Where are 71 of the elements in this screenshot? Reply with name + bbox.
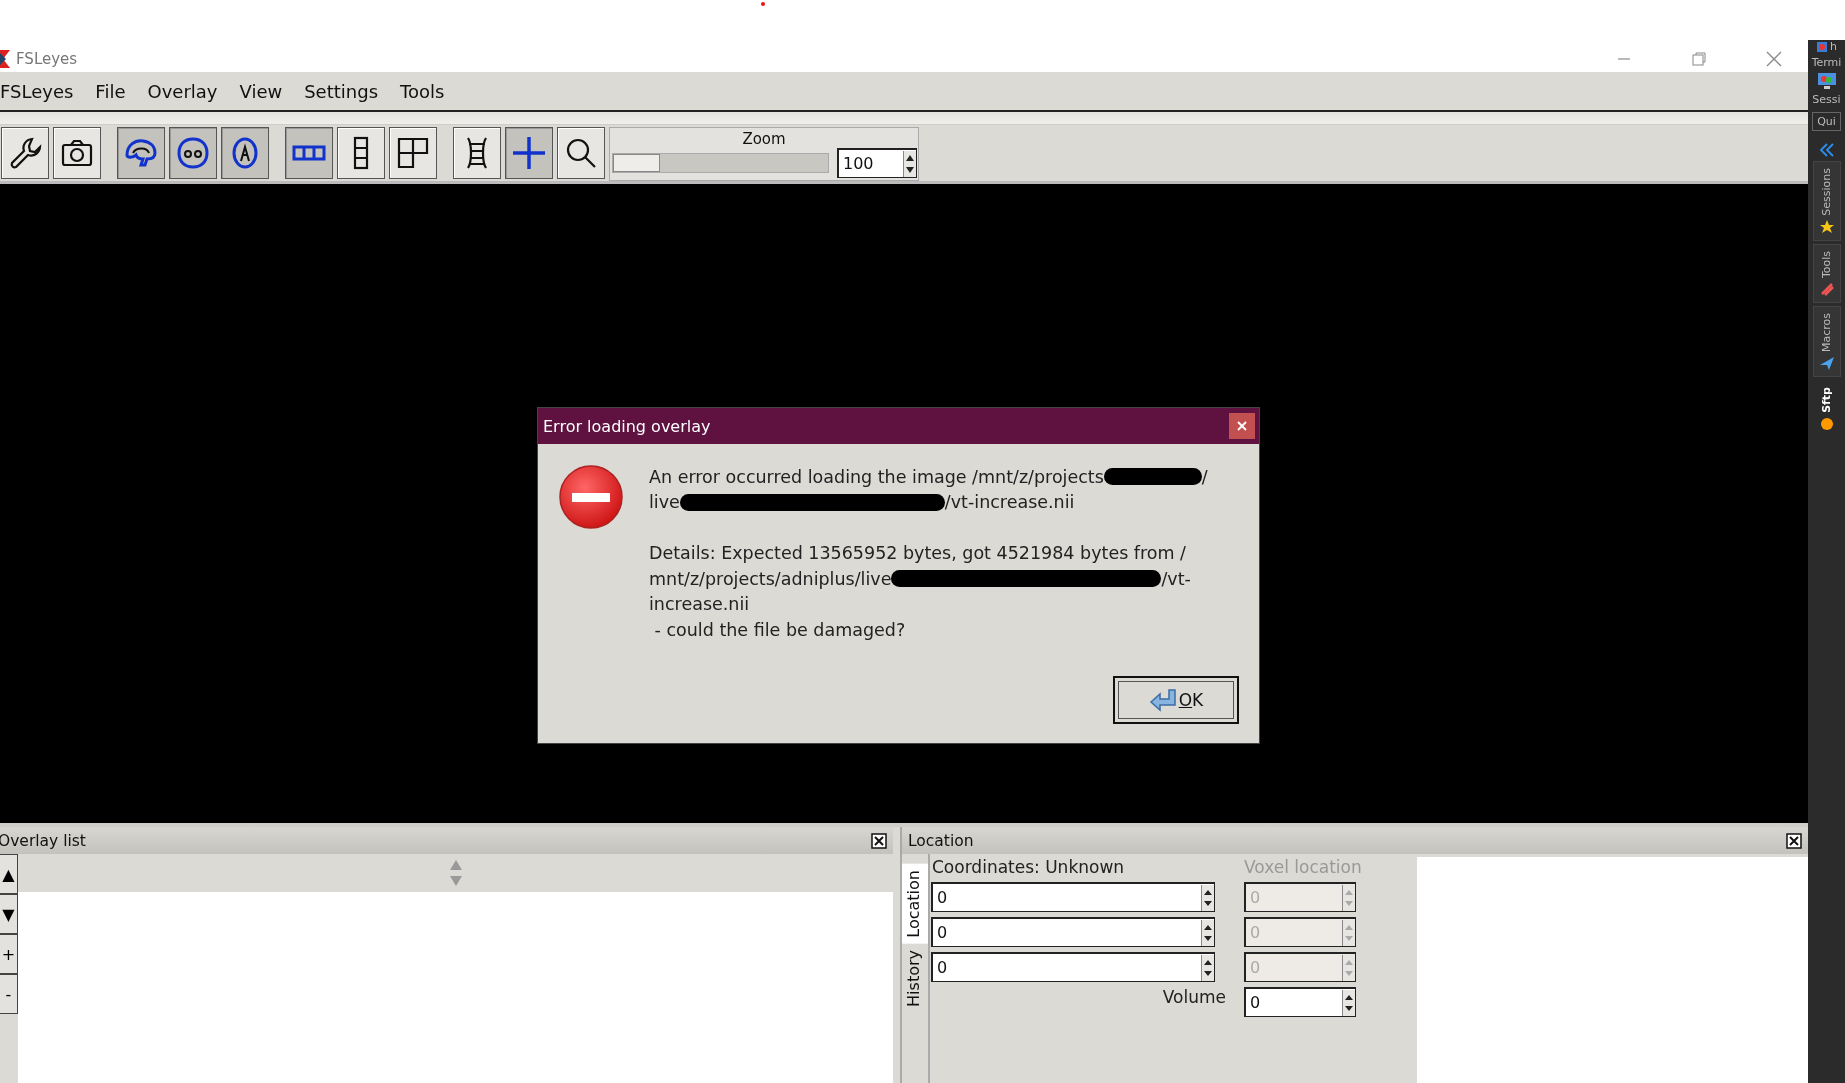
globe-icon: [1819, 416, 1834, 431]
panel-title: Location: [907, 831, 974, 850]
zoom-slider-track[interactable]: [612, 153, 829, 173]
side-text: h: [1830, 40, 1837, 53]
coordinates-label: Coordinates: Unknown: [932, 857, 1126, 877]
message-text: /: [1201, 466, 1208, 487]
message-text: /vt-increase.nii: [944, 492, 1075, 513]
voxel-location-label: Voxel location: [1244, 857, 1363, 877]
menu-item[interactable]: FSLeyes: [0, 80, 85, 102]
paper-plane-icon: [1819, 355, 1834, 370]
list-button[interactable]: -: [0, 974, 18, 1014]
message-text: Details: Expected 13565952 bytes, got 4521984 bytes from /: [649, 543, 1186, 564]
toolbar-button[interactable]: [389, 127, 437, 179]
close-icon: [1237, 421, 1247, 431]
menu-item[interactable]: Settings: [293, 80, 389, 102]
star-icon: [1819, 219, 1834, 234]
return-arrow-icon: [1148, 688, 1177, 712]
side-text: Termi: [1811, 56, 1842, 69]
zoom-field[interactable]: 100: [837, 148, 917, 178]
menu-item[interactable]: File: [84, 80, 137, 102]
zoom-slider-thumb[interactable]: [613, 154, 660, 172]
message-text: /vt-: [1161, 568, 1191, 589]
spin-arrows-icon[interactable]: [1201, 954, 1214, 981]
close-button[interactable]: [1229, 413, 1255, 439]
toolbar-button[interactable]: [53, 127, 101, 179]
toolbar-button[interactable]: [221, 127, 269, 179]
recording-dot: [761, 2, 765, 6]
toolbar-button[interactable]: [1, 127, 49, 179]
side-tab[interactable]: Macros: [1812, 305, 1841, 377]
menu-item[interactable]: View: [228, 80, 294, 102]
coordinate-field[interactable]: 0: [931, 952, 1215, 982]
spin-arrows-icon[interactable]: [1201, 919, 1214, 946]
toolbar-button[interactable]: [453, 127, 501, 179]
coordinate-field[interactable]: 0: [931, 882, 1215, 912]
app-icon: [1816, 40, 1828, 53]
list-button[interactable]: ▲: [0, 854, 18, 894]
message-text: An error occurred loading the image /mnt/z/projects: [649, 466, 1104, 487]
scroll-arrows-icon: [448, 859, 463, 887]
quick-connect-field[interactable]: Qui: [1812, 112, 1841, 131]
side-tab[interactable]: Tools: [1812, 243, 1841, 303]
message-text: mnt/z/projects/adniplus/live: [649, 568, 892, 589]
side-tab[interactable]: Sessions: [1812, 161, 1841, 241]
side-text: Sessi: [1812, 93, 1841, 106]
list-button[interactable]: ▼: [0, 894, 18, 934]
volume-label: Volume: [1161, 987, 1227, 1009]
list-button[interactable]: +: [0, 934, 18, 974]
close-icon[interactable]: [1786, 832, 1802, 849]
message-text: increase.nii: [649, 594, 750, 615]
toolbar-button[interactable]: [169, 127, 217, 179]
toolbar-button[interactable]: [337, 127, 385, 179]
dialog-title: Error loading overlay: [543, 416, 711, 436]
volume-field[interactable]: 0: [1244, 987, 1356, 1017]
tab[interactable]: Location: [902, 864, 928, 944]
tab[interactable]: History: [902, 943, 928, 1013]
spin-arrows-icon[interactable]: [1201, 884, 1214, 911]
app-logo-icon: [0, 49, 10, 68]
close-icon[interactable]: [871, 832, 887, 849]
window-title: FSLeyes: [16, 49, 78, 68]
menu-item[interactable]: Overlay: [136, 80, 229, 102]
message-text: live: [649, 492, 680, 513]
spin-arrows-icon[interactable]: [1342, 989, 1355, 1016]
coordinate-field[interactable]: 0: [931, 917, 1215, 947]
collapse-icon[interactable]: [1818, 142, 1835, 158]
monitor-icon: [1816, 72, 1837, 90]
spin-arrows-icon[interactable]: [903, 150, 916, 177]
zoom-label: Zoom: [742, 130, 786, 148]
error-icon: [558, 464, 624, 530]
toolbar-button[interactable]: [557, 127, 605, 179]
menu-item[interactable]: Tools: [389, 80, 456, 102]
ok-button[interactable]: OK: [1113, 676, 1239, 724]
message-text: - could the file be damaged?: [653, 619, 906, 640]
